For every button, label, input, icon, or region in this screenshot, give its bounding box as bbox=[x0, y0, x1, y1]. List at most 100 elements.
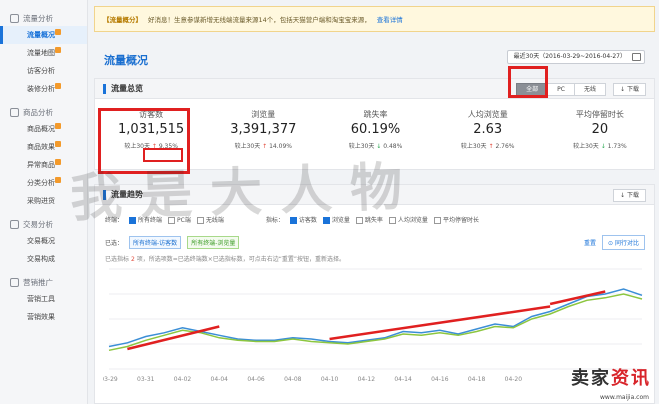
kpi-label: 人均浏览量 bbox=[467, 110, 508, 119]
trend-header: 流量趋势 bbox=[95, 185, 654, 205]
terminal-checkbox[interactable]: 无线端 bbox=[196, 215, 224, 224]
trend-chart[interactable]: 03-29 03-31 04-02 04-04 04-06 04-08 04-10 04-12… bbox=[103, 265, 648, 385]
hint-row: 已选指标 2 项，所选项数=已选终端数×已选指标数，可点击右边“重置”按钮，重新… bbox=[105, 254, 345, 263]
sidebar-group-label: 商品分析 bbox=[23, 107, 53, 117]
new-badge-icon bbox=[55, 29, 61, 35]
sidebar-group: 交易分析 bbox=[0, 216, 87, 232]
x-tick-label: 04-18 bbox=[468, 376, 486, 383]
kpi-compare: 较上30天 ↓ 1.73% bbox=[544, 141, 656, 150]
sidebar-item[interactable]: 交易概况 bbox=[0, 232, 87, 250]
terminal-checkbox[interactable]: 所有终端 bbox=[129, 215, 162, 224]
sidebar-item-label: 流量概况 bbox=[27, 31, 55, 39]
sidebar-item-label: 分类分析 bbox=[27, 179, 55, 187]
date-range-text: 最近30天（2016-03-29~2016-04-27） bbox=[513, 53, 626, 60]
sidebar-item[interactable]: 访客分析 bbox=[0, 62, 87, 80]
sidebar-item[interactable]: 装修分析 bbox=[0, 80, 87, 98]
kpi-value: 60.19% bbox=[350, 122, 401, 137]
compare-button[interactable]: ⊙ 同行对比 bbox=[602, 235, 645, 250]
x-tick-label: 04-16 bbox=[431, 376, 449, 383]
metric-option-label: 跳失率 bbox=[364, 217, 383, 224]
notice-text: 好消息！生意参谋新增无线端流量来源14个，包括天猫营户端和淘宝宝来源， bbox=[148, 16, 371, 24]
notice-link[interactable]: 查看详情 bbox=[377, 14, 403, 24]
kpi-compare-label: 较上30天 bbox=[234, 143, 261, 150]
trade-icon bbox=[10, 219, 19, 229]
overview-download-button[interactable]: ↓ 下载 bbox=[613, 83, 646, 96]
arrow-up-icon: ↑ bbox=[488, 143, 494, 150]
sidebar-item[interactable]: 流量概况 bbox=[0, 26, 87, 44]
sidebar-item[interactable]: 交易构成 bbox=[0, 250, 87, 268]
new-badge-icon bbox=[55, 141, 61, 147]
checkbox-icon bbox=[196, 217, 204, 224]
arrow-up-icon: ↑ bbox=[262, 143, 268, 150]
series-line-visitors bbox=[108, 288, 643, 348]
brand-left: 卖家 bbox=[571, 368, 611, 389]
page-title: 流量概况 bbox=[104, 54, 148, 67]
filter-row: 终端： 所有终端 PC端 无线端 指标： 访客数 浏览量 跳失率 人均浏览量 平均停留时长 bbox=[105, 215, 479, 224]
sidebar-item[interactable]: 营销效果 bbox=[0, 308, 87, 326]
terminal-label: 终端： bbox=[105, 217, 124, 224]
sidebar-group-label: 交易分析 bbox=[23, 219, 53, 229]
sidebar-item[interactable]: 分类分析 bbox=[0, 174, 87, 192]
x-tick-label: 04-14 bbox=[394, 376, 412, 383]
sidebar-item-label: 采购进货 bbox=[27, 197, 55, 205]
sidebar-group: 流量分析 bbox=[0, 10, 87, 26]
sidebar-item[interactable]: 商品概况 bbox=[0, 120, 87, 138]
kpi-compare-value: 0.48% bbox=[383, 143, 403, 150]
brand-logo: 卖家资讯 bbox=[571, 364, 651, 390]
date-range-picker[interactable]: 最近30天（2016-03-29~2016-04-27） bbox=[506, 50, 645, 64]
flow-icon bbox=[10, 13, 19, 23]
sidebar-item[interactable]: 采购进货 bbox=[0, 192, 87, 210]
trend-download-button[interactable]: ↓ 下载 bbox=[613, 189, 646, 202]
hint-count: 2 bbox=[130, 256, 135, 263]
metric-option-label: 人均浏览量 bbox=[397, 217, 428, 224]
hint-text: 已选指标 2 项，所选项数=已选终端数×已选指标数，可点击右边“重置”按钮，重新… bbox=[105, 254, 345, 263]
calendar-icon bbox=[632, 53, 641, 61]
reset-link[interactable]: 重置 bbox=[584, 238, 596, 247]
kpi-card: 跳失率 60.19% 较上30天 ↓ 0.48% bbox=[319, 103, 431, 163]
sidebar-item[interactable]: 营销工具 bbox=[0, 290, 87, 308]
x-tick-label: 03-31 bbox=[137, 376, 155, 383]
segment-wireless[interactable]: 无线 bbox=[573, 83, 606, 96]
hint-prefix: 已选指标 bbox=[105, 256, 130, 263]
kpi-card: 人均浏览量 2.63 较上30天 ↑ 2.76% bbox=[432, 103, 544, 163]
selected-tag[interactable]: 所有终端-浏览量 bbox=[187, 236, 240, 249]
sidebar-item-label: 流量地图 bbox=[27, 49, 55, 57]
arrow-down-icon: ↓ bbox=[376, 143, 382, 150]
kpi-card: 平均停留时长 20 较上30天 ↓ 1.73% bbox=[544, 103, 656, 163]
kpi-value: 20 bbox=[591, 122, 609, 137]
metric-checkbox[interactable]: 跳失率 bbox=[355, 215, 383, 224]
sidebar-item-label: 商品效果 bbox=[27, 143, 55, 151]
kpi-value: 3,391,377 bbox=[230, 122, 297, 137]
sidebar-item[interactable]: 异常商品 bbox=[0, 156, 87, 174]
kpi-label: 跳失率 bbox=[363, 110, 388, 119]
x-tick-label: 04-10 bbox=[321, 376, 339, 383]
x-tick-label: 04-06 bbox=[247, 376, 265, 383]
section-bar-icon bbox=[103, 83, 106, 94]
sidebar-item-label: 商品概况 bbox=[27, 125, 55, 133]
metric-checkbox[interactable]: 平均停留时长 bbox=[433, 215, 479, 224]
metric-checkbox[interactable]: 浏览量 bbox=[322, 215, 350, 224]
kpi-compare-value: 1.73% bbox=[607, 143, 627, 150]
sidebar-group-label: 营销推广 bbox=[23, 277, 53, 287]
x-tick-label: 04-04 bbox=[211, 376, 229, 383]
checkbox-icon bbox=[388, 217, 396, 224]
selected-tag[interactable]: 所有终端-访客数 bbox=[129, 236, 182, 249]
brand-url: www.maijia.com bbox=[600, 394, 649, 401]
sidebar-item[interactable]: 商品效果 bbox=[0, 138, 87, 156]
kpi-compare: 较上30天 ↓ 0.48% bbox=[319, 141, 431, 150]
highlight-box-segment bbox=[508, 66, 548, 98]
sidebar-item[interactable]: 流量地图 bbox=[0, 44, 87, 62]
metric-checkbox[interactable]: 访客数 bbox=[289, 215, 317, 224]
new-badge-icon bbox=[55, 159, 61, 165]
overview-title: 流量总览 bbox=[111, 84, 143, 93]
checkbox-icon bbox=[322, 217, 330, 224]
trend-title: 流量趋势 bbox=[111, 190, 143, 199]
annotation-arrow bbox=[329, 305, 551, 341]
kpi-compare-value: 2.76% bbox=[495, 143, 515, 150]
terminal-checkbox[interactable]: PC端 bbox=[168, 215, 191, 224]
metric-checkbox[interactable]: 人均浏览量 bbox=[388, 215, 428, 224]
selected-label: 已选： bbox=[105, 240, 124, 247]
sidebar-group: 商品分析 bbox=[0, 104, 87, 120]
segment-pc[interactable]: PC bbox=[547, 83, 575, 96]
sidebar-item-label: 异常商品 bbox=[27, 161, 55, 169]
